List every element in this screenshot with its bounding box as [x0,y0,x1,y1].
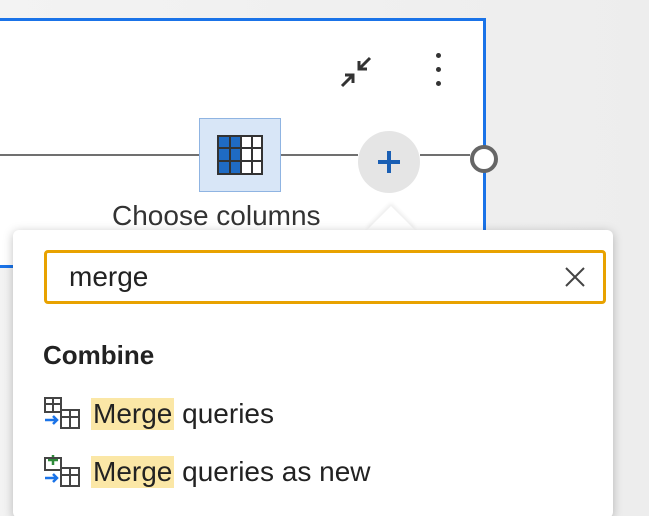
result-highlight: Merge [91,398,175,430]
merge-queries-new-icon [43,452,83,492]
more-vertical-icon [435,52,441,58]
more-dot [435,66,441,72]
step-node[interactable] [199,118,281,192]
merge-queries-icon [43,394,83,434]
connector-line [281,154,358,156]
more-options-button[interactable] [423,44,453,94]
result-label: queries as new [174,456,371,487]
group-heading: Combine [43,340,155,370]
search-box[interactable] [44,250,606,304]
collapse-button[interactable] [336,52,376,92]
end-node [470,145,498,173]
step-label: Choose columns [112,200,321,231]
clear-search-button[interactable] [547,253,603,301]
plus-icon [378,151,400,173]
more-dot [435,80,441,86]
add-step-button[interactable] [358,131,420,193]
result-merge-queries[interactable]: Merge queries [43,390,274,438]
connector-line [420,154,470,156]
diagram-view: Choose columns Combine [0,0,649,516]
search-input[interactable] [47,253,547,301]
connector-line [0,154,199,156]
result-label: queries [174,398,274,429]
collapse-arrows-icon [340,56,372,88]
close-icon [565,267,585,287]
insert-step-popup: Combine Merge queries [13,230,613,516]
table-grid-icon [217,135,263,175]
result-merge-queries-as-new[interactable]: Merge queries as new [43,448,370,496]
result-highlight: Merge [91,456,175,488]
